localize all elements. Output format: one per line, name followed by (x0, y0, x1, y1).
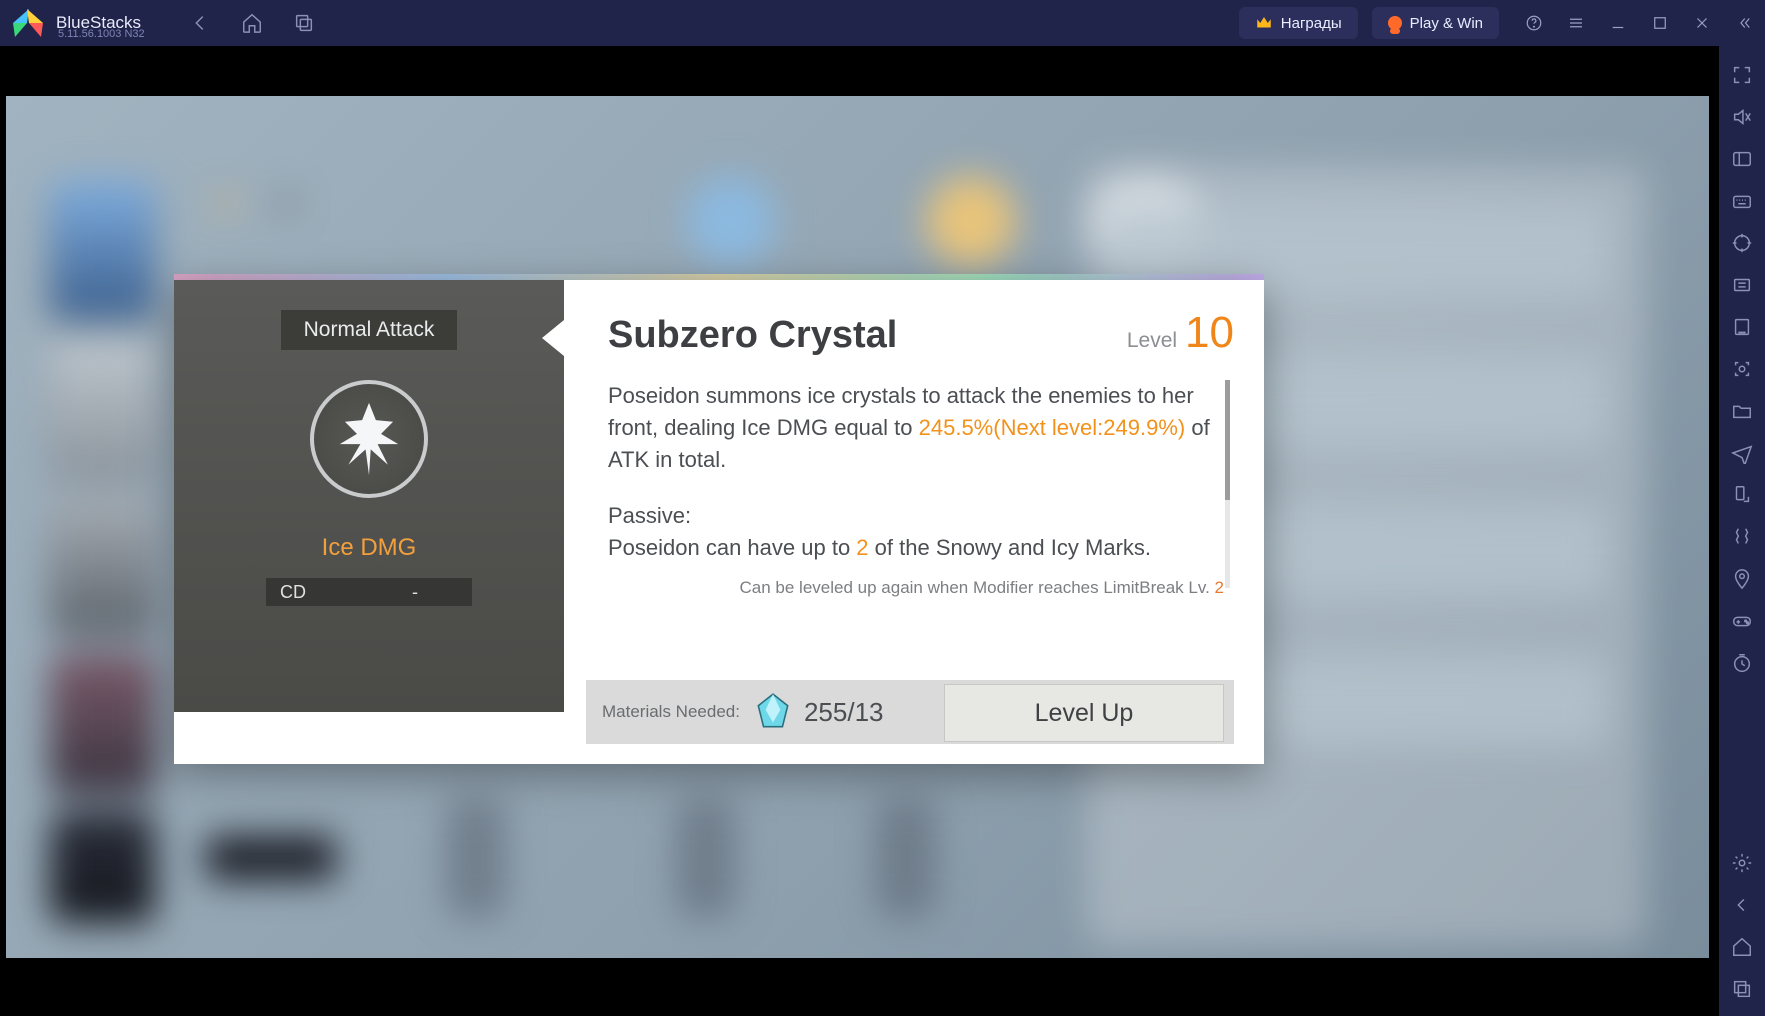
cooldown-bar: CD - (266, 578, 472, 606)
titlebar: BlueStacks 5.11.56.1003 N32 Награды Play… (0, 0, 1765, 46)
fullscreen-icon[interactable] (1731, 64, 1753, 86)
cd-value: - (412, 582, 418, 603)
close-icon[interactable] (1681, 0, 1723, 46)
level-value: 10 (1185, 308, 1234, 358)
skill-detail-modal: Normal Attack Ice DMG CD - (174, 280, 1264, 764)
collapse-sidebar-icon[interactable] (1723, 0, 1765, 46)
airplane-icon[interactable] (1731, 442, 1753, 464)
settings-icon[interactable] (1731, 852, 1753, 874)
materials-count: 255/13 (804, 697, 884, 728)
attack-type-badge: Normal Attack (281, 310, 457, 350)
volume-icon[interactable] (1731, 106, 1753, 128)
scrollbar-thumb[interactable] (1225, 380, 1230, 500)
passive-label: Passive: (608, 500, 1212, 532)
damage-type-label: Ice DMG (322, 534, 417, 562)
shake-icon[interactable] (1731, 526, 1753, 548)
passive-line: Poseidon can have up to 2 of the Snowy a… (608, 532, 1212, 564)
limitbreak-note: Can be leveled up again when Modifier re… (740, 578, 1224, 598)
minimize-icon[interactable] (1597, 0, 1639, 46)
crown-icon (1255, 14, 1273, 32)
rewards-button[interactable]: Награды (1239, 7, 1358, 39)
play-and-win-button[interactable]: Play & Win (1372, 7, 1499, 39)
play-win-label: Play & Win (1410, 15, 1483, 32)
back-arrow-icon[interactable] (1731, 894, 1753, 916)
home-icon[interactable] (241, 12, 263, 34)
apk-icon[interactable] (1731, 316, 1753, 338)
back-icon[interactable] (189, 12, 211, 34)
recents-icon[interactable] (293, 12, 315, 34)
game-viewport: Normal Attack Ice DMG CD - (0, 46, 1719, 1016)
skill-desc-line1: Poseidon summons ice crystals to attack … (608, 380, 1212, 476)
percent-value: 245.5%(Next level:249.9%) (919, 415, 1186, 440)
home-rail-icon[interactable] (1731, 936, 1753, 958)
limitbreak-level: 2 (1215, 578, 1224, 597)
keyboard-settings-icon[interactable] (1731, 190, 1753, 212)
pawn-icon (1388, 16, 1402, 30)
recents-rail-icon[interactable] (1731, 978, 1753, 1000)
media-folder-icon[interactable] (1731, 400, 1753, 422)
bluestacks-logo-icon (14, 9, 42, 37)
rewards-label: Награды (1281, 15, 1342, 32)
keymap-icon[interactable] (1731, 148, 1753, 170)
skill-summary-panel: Normal Attack Ice DMG CD - (174, 280, 564, 712)
location-icon[interactable] (1731, 568, 1753, 590)
hamburger-icon[interactable] (1555, 0, 1597, 46)
game-area: Normal Attack Ice DMG CD - (6, 96, 1709, 958)
screenshot-icon[interactable] (1731, 358, 1753, 380)
side-rail (1719, 46, 1765, 1016)
clock-icon[interactable] (1731, 652, 1753, 674)
help-icon[interactable] (1513, 0, 1555, 46)
rotate-icon[interactable] (1731, 484, 1753, 506)
maximize-icon[interactable] (1639, 0, 1681, 46)
app-version: 5.11.56.1003 N32 (58, 28, 145, 40)
skill-level: Level 10 (1127, 308, 1234, 358)
level-up-label: Level Up (1035, 699, 1134, 728)
materials-label: Materials Needed: (602, 702, 740, 722)
passive-number: 2 (856, 535, 868, 560)
level-label: Level (1127, 329, 1177, 353)
skill-title: Subzero Crystal (608, 314, 897, 357)
macro-icon[interactable] (1731, 274, 1753, 296)
level-up-button[interactable]: Level Up (944, 684, 1224, 742)
material-gem-icon (752, 691, 794, 733)
skill-description-scroll[interactable]: Poseidon summons ice crystals to attack … (608, 380, 1234, 588)
controller-icon[interactable] (1731, 610, 1753, 632)
aim-icon[interactable] (1731, 232, 1753, 254)
skill-icon (310, 380, 428, 498)
cd-label: CD (280, 582, 306, 603)
